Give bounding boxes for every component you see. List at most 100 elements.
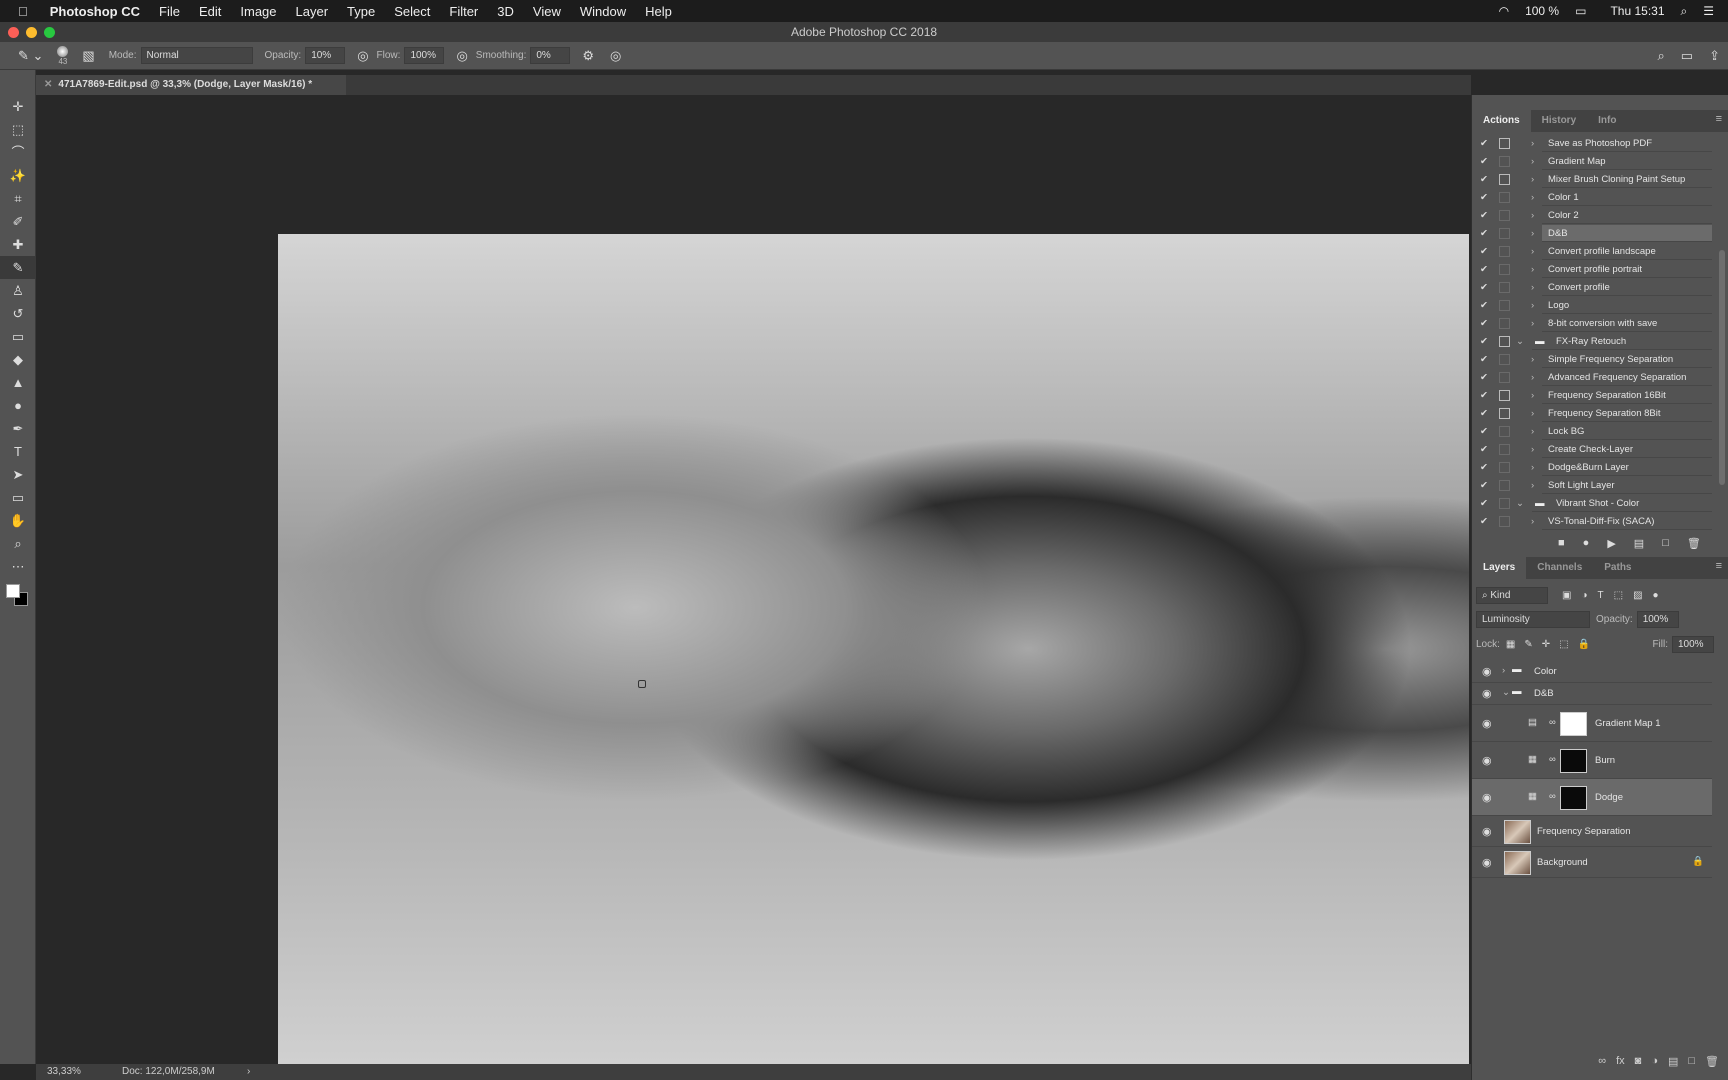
action-item[interactable]: ✔ › Color 2: [1472, 207, 1712, 225]
magic-wand-tool-icon[interactable]: ✨: [0, 164, 36, 187]
pressure-opacity-icon[interactable]: ◎: [357, 48, 368, 64]
chevron-down-icon[interactable]: ⌄: [1502, 687, 1510, 698]
dialog-toggle[interactable]: [1499, 444, 1510, 455]
dialog-toggle[interactable]: [1499, 282, 1510, 293]
chevron-right-icon[interactable]: ›: [1531, 477, 1534, 494]
checkmark-icon[interactable]: ✔: [1480, 369, 1494, 386]
eraser-tool-icon[interactable]: ▭: [0, 325, 36, 348]
visibility-eye-icon[interactable]: ◉: [1482, 754, 1492, 767]
layer-mask-thumbnail[interactable]: [1560, 711, 1587, 736]
chevron-right-icon[interactable]: ›: [1531, 153, 1534, 170]
minimize-window-button[interactable]: [26, 27, 37, 38]
tab-channels[interactable]: Channels: [1526, 557, 1593, 579]
spotlight-search-icon[interactable]: ⌕: [1681, 4, 1688, 19]
dialog-toggle[interactable]: [1499, 462, 1510, 473]
layer-row[interactable]: ◉ ▦ ∞ Dodge: [1472, 779, 1712, 816]
dialog-toggle[interactable]: [1499, 516, 1510, 527]
dialog-toggle[interactable]: [1499, 408, 1510, 419]
opacity-field[interactable]: 10%: [305, 47, 346, 64]
action-item[interactable]: ✔ › Convert profile portrait: [1472, 261, 1712, 279]
checkmark-icon[interactable]: ✔: [1480, 387, 1494, 404]
link-chain-icon[interactable]: ∞: [1549, 791, 1556, 802]
layer-row[interactable]: ◉ ▤ ∞ Gradient Map 1: [1472, 705, 1712, 742]
checkmark-icon[interactable]: ✔: [1480, 405, 1494, 422]
menu-view[interactable]: View: [533, 4, 561, 19]
canvas-area[interactable]: [36, 95, 1471, 1064]
action-item[interactable]: ✔ › Dodge&Burn Layer: [1472, 459, 1712, 477]
lasso-tool-icon[interactable]: ⌒: [0, 141, 36, 164]
lock-paint-icon[interactable]: ✎: [1524, 639, 1532, 650]
apple-icon[interactable]: : [18, 4, 28, 19]
close-window-button[interactable]: [8, 27, 19, 38]
action-item[interactable]: ✔ › 8-bit conversion with save: [1472, 315, 1712, 333]
menu-filter[interactable]: Filter: [449, 4, 478, 19]
history-brush-tool-icon[interactable]: ↺: [0, 302, 36, 325]
link-layers-icon[interactable]: ∞: [1598, 1055, 1606, 1067]
dialog-toggle[interactable]: [1499, 336, 1510, 347]
fx-icon[interactable]: fx: [1616, 1055, 1625, 1067]
action-set[interactable]: ✔ ⌄ Vibrant Shot - Color ▬: [1472, 495, 1712, 513]
menu-edit[interactable]: Edit: [199, 4, 221, 19]
blend-mode-select[interactable]: Luminosity: [1476, 610, 1590, 628]
actions-scrollbar[interactable]: [1719, 250, 1725, 485]
clock[interactable]: Thu 15:31: [1610, 4, 1664, 18]
menu-image[interactable]: Image: [240, 4, 276, 19]
brush-size-picker[interactable]: 43: [57, 45, 69, 66]
visibility-eye-icon[interactable]: ◉: [1482, 665, 1492, 678]
chevron-right-icon[interactable]: ›: [1531, 207, 1534, 224]
chevron-right-icon[interactable]: ›: [1531, 351, 1534, 368]
dialog-toggle[interactable]: [1499, 264, 1510, 275]
action-item[interactable]: ✔ › Save as Photoshop PDF: [1472, 135, 1712, 153]
new-set-folder-icon[interactable]: ▤: [1634, 537, 1644, 550]
layer-thumbnail[interactable]: [1504, 850, 1531, 875]
checkmark-icon[interactable]: ✔: [1480, 243, 1494, 260]
filter-pixel-icon[interactable]: ▣: [1562, 590, 1571, 601]
action-item[interactable]: ✔ › Convert profile: [1472, 279, 1712, 297]
dialog-toggle[interactable]: [1499, 192, 1510, 203]
menu-file[interactable]: File: [159, 4, 180, 19]
stop-icon[interactable]: ■: [1558, 537, 1565, 549]
new-action-icon[interactable]: □: [1662, 537, 1669, 549]
chevron-right-icon[interactable]: ›: [1531, 315, 1534, 332]
action-item[interactable]: ✔ › Frequency Separation 16Bit: [1472, 387, 1712, 405]
foreground-color-swatch[interactable]: [6, 584, 20, 598]
tab-info[interactable]: Info: [1587, 110, 1627, 132]
dialog-toggle[interactable]: [1499, 372, 1510, 383]
action-item[interactable]: ✔ › Advanced Frequency Separation: [1472, 369, 1712, 387]
document-image[interactable]: [278, 234, 1469, 1064]
close-tab-icon[interactable]: ✕: [44, 79, 52, 90]
checkmark-icon[interactable]: ✔: [1480, 261, 1494, 278]
action-item[interactable]: ✔ › D&B: [1472, 225, 1712, 243]
action-item[interactable]: ✔ › Lock BG: [1472, 423, 1712, 441]
chevron-down-icon[interactable]: ⌄: [1516, 495, 1524, 512]
checkmark-icon[interactable]: ✔: [1480, 351, 1494, 368]
layer-mask-thumbnail[interactable]: [1560, 748, 1587, 773]
action-item[interactable]: ✔ › Simple Frequency Separation: [1472, 351, 1712, 369]
chevron-right-icon[interactable]: ›: [1531, 189, 1534, 206]
checkmark-icon[interactable]: ✔: [1480, 225, 1494, 242]
checkmark-icon[interactable]: ✔: [1480, 315, 1494, 332]
path-selection-tool-icon[interactable]: ➤: [0, 463, 36, 486]
action-item[interactable]: ✔ › Mixer Brush Cloning Paint Setup: [1472, 171, 1712, 189]
delete-layer-icon[interactable]: 🗑: [1705, 1055, 1719, 1068]
workspace-icon[interactable]: ▭: [1681, 48, 1693, 64]
menu-window[interactable]: Window: [580, 4, 626, 19]
menu-help[interactable]: Help: [645, 4, 672, 19]
blur-tool-icon[interactable]: ▲: [0, 371, 36, 394]
dialog-toggle[interactable]: [1499, 138, 1510, 149]
filter-kind-select[interactable]: ⌕ Kind: [1476, 586, 1548, 604]
airbrush-icon[interactable]: ◎: [456, 48, 467, 64]
more-tools-icon[interactable]: ⋯: [0, 555, 36, 578]
lock-position-icon[interactable]: ✛: [1542, 639, 1550, 650]
filter-adjustment-icon[interactable]: ◑: [1581, 590, 1587, 601]
action-set[interactable]: ✔ ⌄ FX-Ray Retouch ▬: [1472, 333, 1712, 351]
dodge-tool-icon[interactable]: ●: [0, 394, 36, 417]
chevron-right-icon[interactable]: ›: [1531, 297, 1534, 314]
share-icon[interactable]: ⇪: [1709, 48, 1720, 64]
checkmark-icon[interactable]: ✔: [1480, 495, 1494, 512]
dialog-toggle[interactable]: [1499, 426, 1510, 437]
chevron-right-icon[interactable]: ›: [1531, 423, 1534, 440]
dialog-toggle[interactable]: [1499, 390, 1510, 401]
chevron-down-icon[interactable]: ⌄: [1516, 333, 1524, 350]
new-layer-icon[interactable]: □: [1688, 1055, 1695, 1067]
